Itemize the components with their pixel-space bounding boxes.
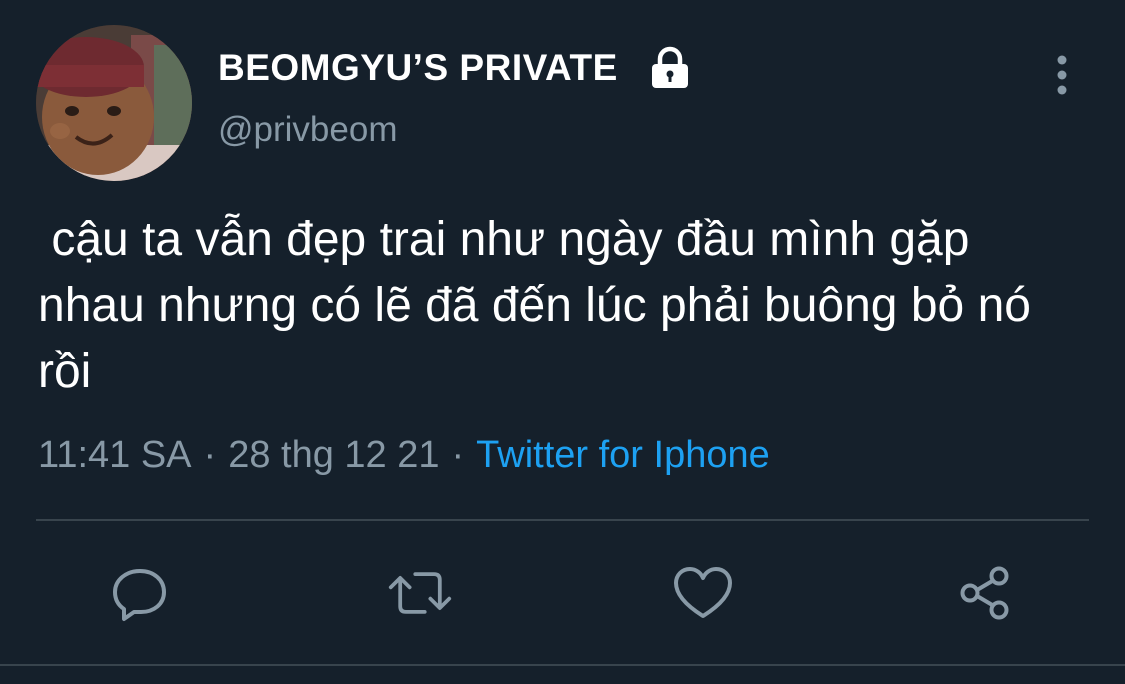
tweet-time[interactable]: 11:41 SA — [38, 434, 192, 477]
meta-separator-2: · — [451, 434, 465, 476]
tweet-detail: BEOMGYU’S PRIVATE @privbeom cậu ta vẫn đ… — [0, 0, 1125, 684]
tweet-source-link[interactable]: Twitter for Iphone — [476, 434, 770, 477]
lock-icon — [648, 46, 692, 90]
avatar-image — [36, 25, 192, 181]
more-vertical-icon[interactable] — [1046, 52, 1078, 98]
tweet-meta: 11:41 SA · 28 thg 12 21 · Twitter for Ip… — [38, 434, 770, 477]
display-name-row: BEOMGYU’S PRIVATE — [218, 38, 692, 98]
reply-icon — [113, 569, 166, 621]
share-button[interactable] — [952, 560, 1018, 626]
display-name[interactable]: BEOMGYU’S PRIVATE — [218, 47, 618, 89]
tweet-date[interactable]: 28 thg 12 21 — [228, 434, 439, 477]
reply-button[interactable] — [107, 560, 173, 626]
tweet-actions — [0, 560, 1125, 626]
avatar[interactable] — [36, 25, 192, 181]
heart-icon — [674, 567, 732, 618]
divider — [36, 519, 1089, 521]
tweet-text: cậu ta vẫn đẹp trai như ngày đầu mình gặ… — [38, 213, 1045, 398]
like-button[interactable] — [670, 560, 736, 626]
user-handle[interactable]: @privbeom — [218, 110, 397, 150]
retweet-icon — [388, 572, 452, 614]
meta-separator: · — [203, 434, 217, 476]
bottom-divider — [0, 664, 1125, 666]
share-icon — [960, 566, 1009, 620]
retweet-button[interactable] — [387, 560, 453, 626]
